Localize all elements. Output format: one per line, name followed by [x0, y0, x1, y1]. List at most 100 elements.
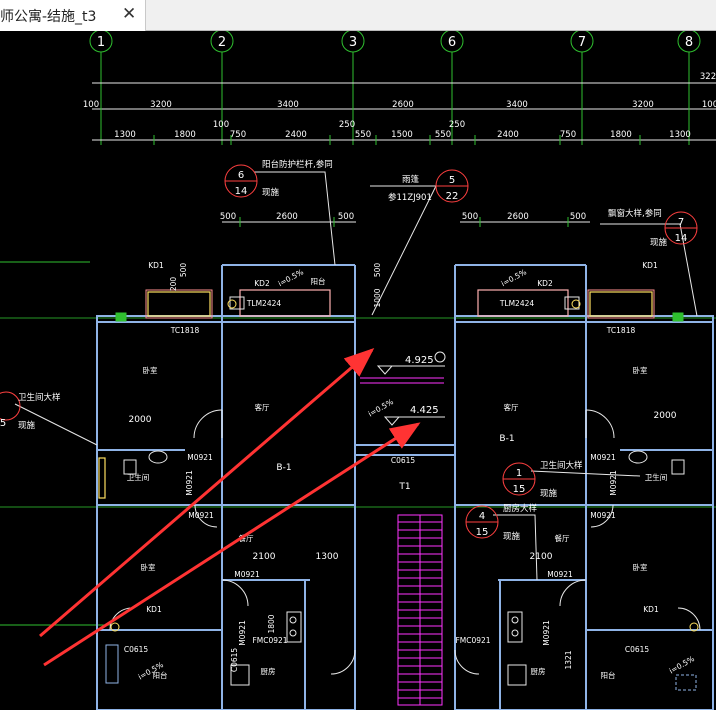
label-balcony: 阳台: [601, 670, 616, 680]
label-c0615: C0615: [124, 645, 149, 654]
dimension-value: 1800: [610, 130, 632, 140]
label-d2000: 2000: [129, 415, 152, 425]
dimension-value: 2400: [497, 130, 519, 140]
axis-label: 8: [685, 35, 693, 50]
cad-viewer: 师公寓-结施_t3 ✕ 1 2 3 6 7 8 322 100 3200 340…: [0, 0, 716, 710]
callout-number: 5: [0, 418, 6, 429]
axis-label: 1: [97, 35, 105, 50]
label-m0921: M0921: [185, 470, 194, 496]
dimension-value: 250: [339, 120, 355, 130]
callout-note: 现施: [650, 237, 668, 248]
callout-number: 4: [479, 511, 485, 522]
tab-title: 师公寓-结施_t3: [0, 9, 97, 25]
dimension-value: 1300: [114, 130, 136, 140]
label-kitchen: 厨房: [531, 666, 546, 676]
dimension-value: 1500: [391, 130, 413, 140]
callout-title: 卫生间大样: [18, 392, 61, 403]
dimension-value: 3200: [632, 100, 654, 110]
dimension-value: 2400: [285, 130, 307, 140]
dimension-value: 100: [83, 100, 99, 110]
label-tlm: TLM2424: [246, 299, 282, 308]
dimension-value: 100: [213, 120, 229, 130]
callout-sheet: 15: [513, 484, 526, 495]
callout-title: 飘窗大样,参同: [608, 208, 662, 219]
callout-note: 参11ZJ901: [388, 192, 432, 203]
callout-sheet: 15: [476, 527, 489, 538]
axis-label: 6: [448, 35, 456, 50]
callout-note: 现施: [262, 187, 280, 198]
drawing-canvas[interactable]: 1 2 3 6 7 8 322 100 3200 3400 2600 3400 …: [0, 31, 716, 710]
dimension-ticks: [100, 104, 690, 227]
label-m0921: M0921: [609, 470, 618, 496]
level-value: 4.925: [405, 355, 434, 366]
dimension-value: 2600: [276, 212, 298, 222]
dimension-value: 750: [230, 130, 246, 140]
label-balcony: 阳台: [311, 276, 326, 286]
callout-sheet: 22: [446, 191, 459, 202]
label-d1300: 1300: [316, 552, 339, 562]
dimension-value: 1800: [174, 130, 196, 140]
callout-number: 1: [516, 468, 522, 479]
dimension-value: 500: [462, 212, 478, 222]
callout-title: 卫生间大样: [540, 460, 583, 471]
dimension-value: 500: [338, 212, 354, 222]
label-bath: 卫生间: [127, 472, 150, 482]
dimension-value: 3400: [277, 100, 299, 110]
label-living: 客厅: [255, 402, 270, 412]
label-kitchen: 厨房: [261, 666, 276, 676]
label-d500: 500: [373, 263, 382, 278]
label-m0921: M0921: [547, 570, 573, 579]
label-b1: B-1: [276, 463, 291, 473]
label-slope: i=0.5%: [500, 267, 528, 288]
label-m0921: M0921: [187, 453, 213, 462]
callout-number: 5: [449, 175, 455, 186]
label-m0921: M0921: [542, 620, 551, 646]
label-kd1: KD1: [642, 261, 658, 270]
label-tc: TC1818: [170, 326, 200, 335]
label-d2100: 2100: [530, 552, 553, 562]
label-living: 客厅: [504, 402, 519, 412]
label-d500: 500: [179, 263, 188, 278]
label-m0921: M0921: [238, 620, 247, 646]
label-fmc: FMC0921: [455, 636, 490, 645]
document-tab[interactable]: 师公寓-结施_t3 ✕: [0, 0, 146, 31]
dimension-value: 3200: [150, 100, 172, 110]
dimension-value: 1300: [669, 130, 691, 140]
label-tlm: TLM2424: [499, 299, 535, 308]
label-m0921: M0921: [234, 570, 260, 579]
dimension-value: 550: [435, 130, 451, 140]
dimension-value: 3400: [506, 100, 528, 110]
callout-number: 6: [238, 170, 244, 181]
label-c0615: C0615: [230, 648, 239, 673]
callout-sheet: 14: [235, 186, 248, 197]
label-bath: 卫生间: [645, 472, 668, 482]
callout-note: 现施: [18, 420, 36, 431]
label-d1321: 1321: [564, 650, 573, 669]
label-d2100: 2100: [253, 552, 276, 562]
label-bedroom: 卧室: [141, 562, 156, 572]
dimension-value: 750: [560, 130, 576, 140]
label-t1: T1: [398, 482, 410, 492]
close-icon[interactable]: ✕: [122, 4, 136, 24]
label-kd2: KD2: [537, 279, 553, 288]
label-m0921: M0921: [590, 511, 616, 520]
label-c0615: C0615: [391, 456, 416, 465]
callout-note: 现施: [540, 488, 558, 499]
label-m0921: M0921: [590, 453, 616, 462]
callout-sheet: 14: [675, 233, 688, 244]
dimension-value: 500: [570, 212, 586, 222]
label-bedroom: 卧室: [633, 562, 648, 572]
label-b1: B-1: [499, 434, 514, 444]
callout-title: 厨房大样: [503, 503, 538, 514]
label-bedroom: 卧室: [143, 365, 158, 375]
dimension-value: 550: [355, 130, 371, 140]
axis-label: 2: [218, 35, 226, 50]
label-d2000: 2000: [654, 411, 677, 421]
label-d1800: 1800: [267, 614, 276, 633]
dimension-value: 2600: [507, 212, 529, 222]
overall-dimension: 322: [700, 72, 716, 82]
callout-note: 现施: [503, 531, 521, 542]
axis-label: 7: [578, 35, 586, 50]
label-kd1: KD1: [148, 261, 164, 270]
label-bedroom: 卧室: [633, 365, 648, 375]
